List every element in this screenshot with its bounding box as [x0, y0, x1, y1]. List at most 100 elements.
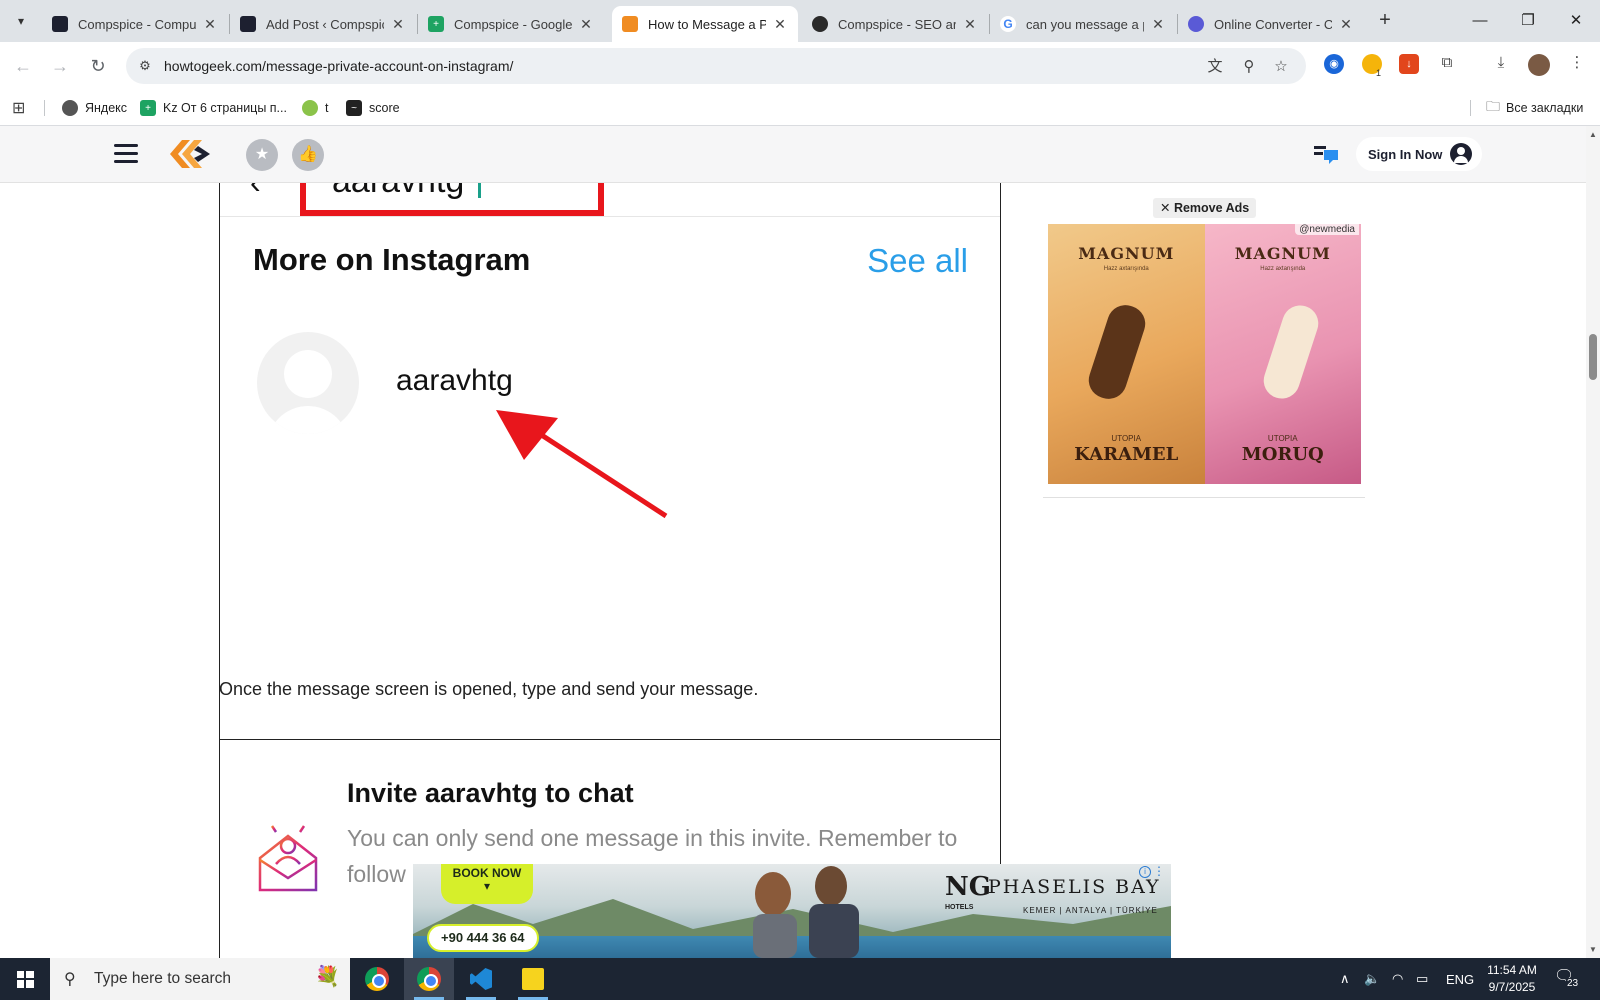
extension-download-icon[interactable]: ↓: [1399, 54, 1419, 74]
zoom-icon[interactable]: ⚲: [1238, 56, 1260, 78]
tab-google-search[interactable]: G can you message a private ✕: [990, 6, 1176, 42]
sign-in-button[interactable]: Sign In Now: [1356, 137, 1483, 171]
extensions-puzzle-icon[interactable]: ⧉: [1436, 52, 1458, 74]
result-username: aaravhtg: [396, 364, 513, 397]
phone-number-pill[interactable]: +90 444 36 64: [427, 924, 539, 952]
forward-arrow-icon[interactable]: →: [46, 52, 74, 80]
book-now-button[interactable]: BOOK NOW ▾: [441, 864, 533, 904]
minimize-icon[interactable]: —: [1464, 8, 1496, 34]
battery-icon[interactable]: ▭: [1416, 958, 1428, 1000]
sheets-icon: +: [140, 100, 156, 116]
remove-ads-button[interactable]: ✕ Remove Ads: [1153, 198, 1257, 218]
bottom-banner-ad[interactable]: BOOK NOW ▾ +90 444 36 64 NG HOTELS PHASEL…: [413, 864, 1171, 958]
tab-strip: ▾ Compspice - Computer ✕ Add Post ‹ Comp…: [0, 0, 1600, 42]
close-tab-icon[interactable]: ✕: [390, 16, 406, 33]
tab-compspice-computer[interactable]: Compspice - Computer ✕: [42, 6, 228, 42]
wifi-icon[interactable]: ◠: [1392, 958, 1403, 1000]
thumbs-up-icon[interactable]: 👍: [292, 139, 324, 171]
hamburger-menu-icon[interactable]: [114, 144, 138, 164]
ice-cream-bar-icon: [1084, 300, 1150, 404]
taskbar-clock[interactable]: 11:54 AM 9/7/2025: [1482, 962, 1542, 996]
bookmarks-bar: ⊞ Яндекс + Kz От 6 страницы п... t ~ sco…: [0, 90, 1600, 126]
start-button[interactable]: [0, 958, 50, 1000]
close-tab-icon[interactable]: ✕: [202, 16, 218, 33]
new-tab-plus-icon[interactable]: +: [1374, 10, 1396, 32]
page-scrollbar[interactable]: ▲ ▼: [1586, 126, 1600, 958]
howtogeek-logo[interactable]: [168, 136, 212, 172]
window-close-icon[interactable]: ✕: [1560, 8, 1592, 34]
magnum-ad-image[interactable]: MAGNUM Hazz axtarışında UTOPIA KARAMEL M…: [1048, 224, 1361, 484]
taskbar-chrome-1[interactable]: [352, 958, 402, 1000]
back-chevron-icon: ‹: [250, 183, 261, 201]
bookmark-kz[interactable]: + Kz От 6 страницы п...: [140, 99, 287, 117]
close-tab-icon[interactable]: ✕: [578, 16, 594, 33]
all-bookmarks[interactable]: 🗀 Все закладки: [1486, 98, 1583, 117]
taskbar-vscode[interactable]: [456, 958, 506, 1000]
volume-icon[interactable]: 🔈: [1364, 958, 1380, 1000]
ad-info-icon[interactable]: i: [1139, 866, 1151, 878]
invite-envelope-icon: [258, 820, 318, 892]
ad-moruq-panel: MAGNUM Hazz axtarışında UTOPIA MORUQ @ne…: [1204, 224, 1361, 484]
taskbar-sticky-notes[interactable]: [508, 958, 558, 1000]
back-arrow-icon[interactable]: ←: [9, 52, 37, 80]
bookmark-ribbon-icon[interactable]: ★: [246, 139, 278, 171]
notifications-icon[interactable]: 🗨 23: [1554, 966, 1582, 992]
ad-karamel-panel: MAGNUM Hazz axtarışında UTOPIA KARAMEL: [1048, 224, 1205, 484]
chat-bubbles-icon[interactable]: [1314, 144, 1340, 164]
more-on-instagram-title: More on Instagram: [253, 242, 531, 277]
close-tab-icon[interactable]: ✕: [1150, 16, 1166, 33]
reload-icon[interactable]: ↻: [84, 52, 112, 80]
tab-seo-article[interactable]: Compspice - SEO article ✕: [802, 6, 988, 42]
close-tab-icon[interactable]: ✕: [772, 16, 788, 33]
ad-options-icon[interactable]: ⋮: [1153, 864, 1165, 878]
howtogeek-favicon-icon: [622, 16, 638, 32]
bookmark-yandex[interactable]: Яндекс: [62, 99, 127, 117]
chatgpt-favicon-icon: [812, 16, 828, 32]
article-content: ‹ aaravhtg More on Instagram See all aar…: [0, 183, 1586, 958]
windows-taskbar: ⚲ Type here to search 💐 ∧ 🔈 ◠ ▭ ENG 11:5…: [0, 958, 1600, 1000]
text-caret: [478, 183, 481, 198]
chrome-icon: [365, 967, 389, 991]
default-avatar-icon: [257, 332, 359, 434]
apps-grid-icon[interactable]: ⊞: [12, 99, 25, 117]
scroll-down-arrow-icon[interactable]: ▼: [1588, 945, 1598, 954]
address-bar[interactable]: ⚙ howtogeek.com/message-private-account-…: [126, 48, 1306, 84]
user-icon: [1450, 143, 1473, 165]
tab-how-to-message-private[interactable]: How to Message a Private ✕: [612, 6, 798, 42]
bookmark-star-icon[interactable]: ☆: [1270, 56, 1292, 78]
language-indicator[interactable]: ENG: [1446, 958, 1474, 1000]
downloads-icon[interactable]: ⤓: [1490, 52, 1512, 74]
close-tab-icon[interactable]: ✕: [962, 16, 978, 33]
menu-kebab-icon[interactable]: ⋮: [1566, 52, 1588, 74]
close-tab-icon[interactable]: ✕: [1338, 16, 1354, 33]
extension-blue-icon[interactable]: ◉: [1324, 54, 1344, 74]
tab-add-post[interactable]: Add Post ‹ Compspice ✕: [230, 6, 416, 42]
url-text[interactable]: howtogeek.com/message-private-account-on…: [164, 58, 513, 74]
tab-search-chevron-icon[interactable]: ▾: [8, 8, 34, 34]
extension-badge: 1: [1376, 68, 1382, 78]
restore-icon[interactable]: ❐: [1512, 8, 1544, 34]
tab-online-converter[interactable]: Online Converter - Convert ✕: [1178, 6, 1364, 42]
search-text: aaravhtg: [332, 183, 464, 201]
sticky-notes-icon: [522, 968, 544, 990]
bookmark-score[interactable]: ~ score: [346, 99, 400, 117]
taskbar-chrome-2[interactable]: [404, 958, 454, 1000]
bookmark-t[interactable]: t: [302, 99, 328, 117]
tab-google-sheets[interactable]: + Compspice - Google Sheets ✕: [418, 6, 604, 42]
windows-logo-icon: [16, 970, 34, 988]
scroll-up-arrow-icon[interactable]: ▲: [1588, 130, 1598, 139]
sidebar-ad: ✕ Remove Ads MAGNUM Hazz axtarışında UTO…: [1043, 198, 1365, 498]
site-header: ★ 👍 Sign In Now: [0, 126, 1586, 183]
scrollbar-thumb[interactable]: [1589, 334, 1597, 380]
search-icon: ⚲: [64, 971, 76, 988]
profile-avatar[interactable]: [1528, 54, 1550, 76]
divider: [220, 216, 1000, 217]
vscode-icon: [470, 968, 492, 990]
tray-chevron-icon[interactable]: ∧: [1340, 958, 1350, 1000]
translate-icon[interactable]: 文: [1204, 56, 1226, 78]
site-info-icon[interactable]: ⚙: [136, 57, 154, 75]
taskbar-search-box[interactable]: ⚲ Type here to search 💐: [50, 958, 350, 1000]
invite-title: Invite aaravhtg to chat: [347, 778, 634, 808]
chrome-icon: [417, 967, 441, 991]
globe-icon: [62, 100, 78, 116]
